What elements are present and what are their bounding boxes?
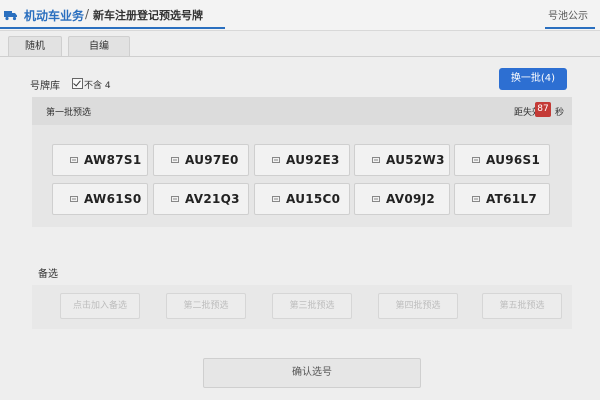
plate-option[interactable]: AV21Q3: [153, 183, 249, 215]
plate-number: AW61S0: [84, 192, 142, 206]
breadcrumb-separator: /: [85, 7, 90, 21]
plate-library-label: 号牌库: [30, 81, 60, 92]
plate-option[interactable]: AU15C0: [254, 183, 350, 215]
plate-icon: [171, 196, 179, 202]
plate-number: AW87S1: [84, 153, 142, 167]
batch-panel: 第一批预选 距失效 87 秒 AW87S1 AU97E0 AU92E3 AU52…: [32, 97, 572, 227]
pool-notice-link[interactable]: 号池公示: [548, 7, 588, 22]
plate-option[interactable]: AW61S0: [52, 183, 148, 215]
tab-random[interactable]: 随机: [8, 36, 62, 57]
plate-icon: [171, 157, 179, 163]
plate-number: AU97E0: [185, 153, 239, 167]
plate-option[interactable]: AU92E3: [254, 144, 350, 176]
countdown-badge: 87: [535, 102, 551, 117]
page: 机动车业务 / 新车注册登记预选号牌 号池公示 随机 自编 号牌库 不含 4 换…: [0, 0, 600, 400]
third-batch-button[interactable]: 第三批预选: [272, 293, 352, 319]
add-alternate-button[interactable]: 点击加入备选: [60, 293, 140, 319]
batch-header: 第一批预选 距失效 87 秒: [32, 97, 572, 125]
confirm-selection-button[interactable]: 确认选号: [203, 358, 421, 388]
plate-option[interactable]: AT61L7: [454, 183, 550, 215]
top-bar: 机动车业务 / 新车注册登记预选号牌 号池公示: [0, 0, 600, 31]
pool-notice-underline: [545, 27, 595, 29]
plate-number: AT61L7: [486, 192, 538, 206]
plate-option[interactable]: AV09J2: [354, 183, 450, 215]
second-batch-button[interactable]: 第二批预选: [166, 293, 246, 319]
plate-option[interactable]: AU96S1: [454, 144, 550, 176]
plate-number: AU96S1: [486, 153, 541, 167]
plate-icon: [372, 157, 380, 163]
page-title: 新车注册登记预选号牌: [93, 9, 203, 22]
plate-icon: [70, 157, 78, 163]
plate-number: AV09J2: [386, 192, 436, 206]
plate-number: AU52W3: [386, 153, 445, 167]
truck-icon: [4, 11, 17, 21]
plate-number: AV21Q3: [185, 192, 240, 206]
fourth-batch-button[interactable]: 第四批预选: [378, 293, 458, 319]
plate-icon: [472, 157, 480, 163]
seconds-unit: 秒: [555, 108, 565, 118]
plate-icon: [272, 196, 280, 202]
plate-option[interactable]: AW87S1: [52, 144, 148, 176]
exclude-four-label[interactable]: 不含 4: [84, 78, 111, 91]
tab-custom[interactable]: 自编: [68, 36, 130, 57]
tab-divider: [0, 56, 600, 57]
plate-icon: [472, 196, 480, 202]
plate-icon: [372, 196, 380, 202]
plate-number: AU92E3: [286, 153, 340, 167]
alternates-label: 备选: [38, 269, 58, 280]
breadcrumb-module[interactable]: 机动车业务: [24, 7, 84, 24]
plate-number: AU15C0: [286, 192, 341, 206]
fifth-batch-button[interactable]: 第五批预选: [482, 293, 562, 319]
plate-option[interactable]: AU97E0: [153, 144, 249, 176]
breadcrumb-underline: [0, 27, 225, 29]
exclude-four-checkbox[interactable]: [72, 78, 83, 89]
alternates-panel: 点击加入备选 第二批预选 第三批预选 第四批预选 第五批预选: [32, 285, 572, 329]
swap-batch-button[interactable]: 换一批(4): [499, 68, 567, 90]
plate-option[interactable]: AU52W3: [354, 144, 450, 176]
batch-title: 第一批预选: [46, 108, 92, 118]
plate-icon: [272, 157, 280, 163]
plate-icon: [70, 196, 78, 202]
